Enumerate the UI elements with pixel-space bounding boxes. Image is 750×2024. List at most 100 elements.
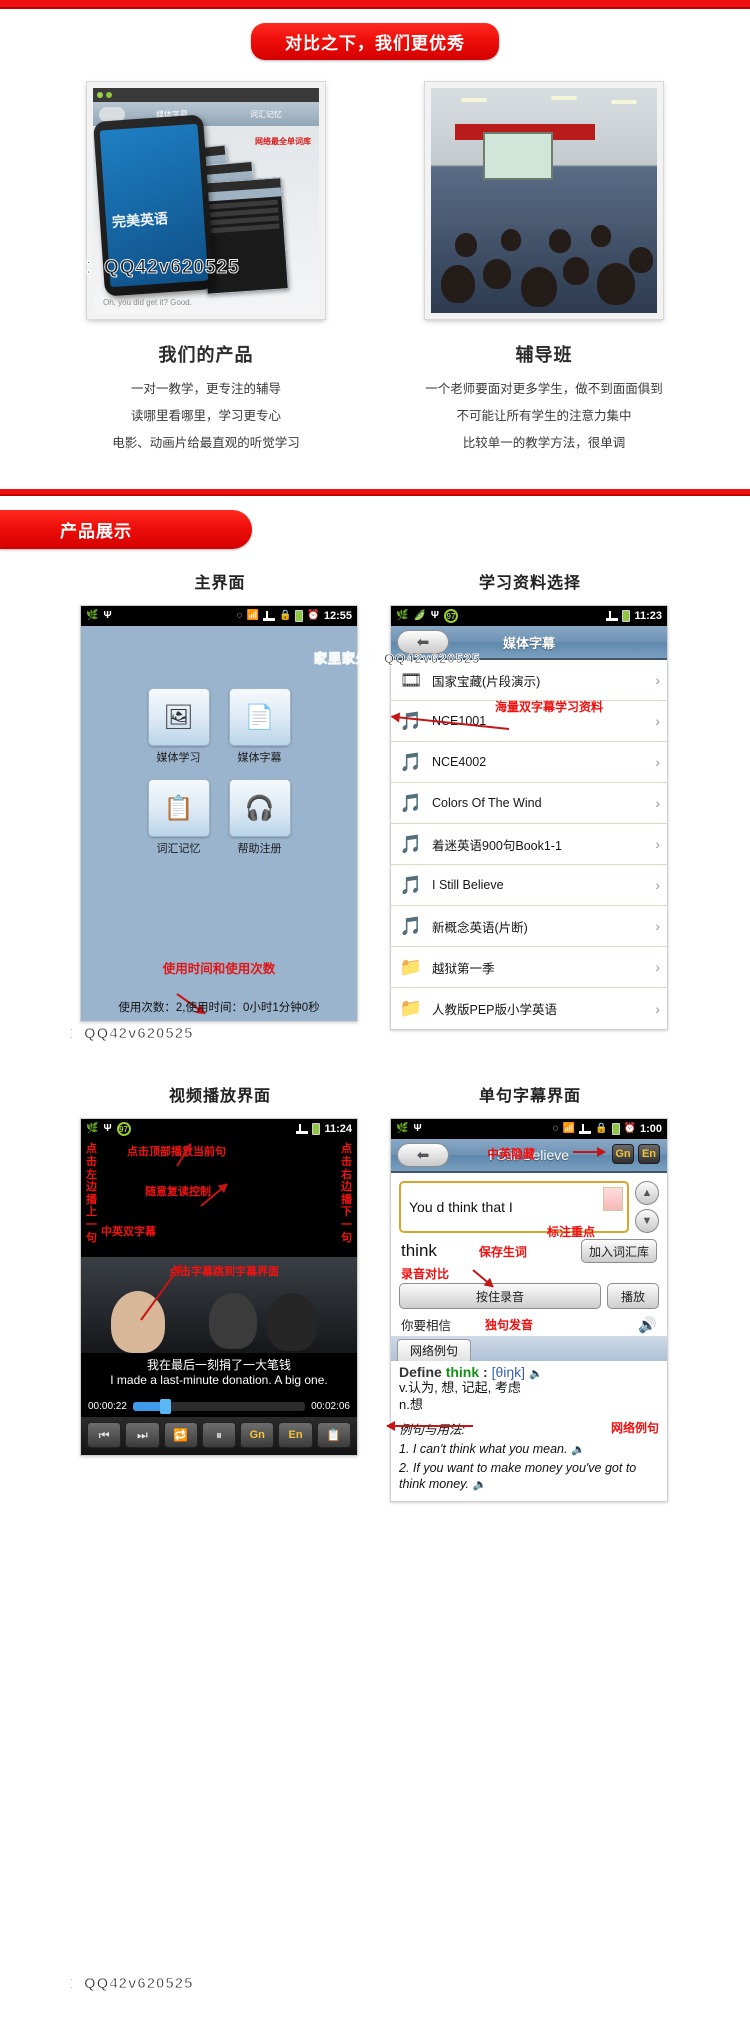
chevron-right-icon: ›	[655, 918, 660, 935]
mark-important-button[interactable]	[603, 1187, 623, 1212]
classroom-photo	[431, 88, 657, 313]
list-screen-title: 学习资料选择	[478, 575, 581, 593]
cn-toggle-button[interactable]: Gn	[240, 1422, 275, 1449]
next-button[interactable]: ⏭	[125, 1422, 160, 1449]
tab-web-examples[interactable]: 网络例句	[397, 1339, 472, 1362]
lang-toggle-group: Gn En	[612, 1144, 660, 1165]
back-button[interactable]: ⬅	[397, 630, 449, 655]
showcase-row-2: 视频播放界面 🌿 Ψ 97 11:24 点击左边播上一句 点击右边播下一句 点击…	[0, 1076, 750, 1502]
list-item[interactable]: 🎵 Colors Of The Wind ›	[391, 783, 667, 825]
list-statusbar-left: 🌿 🫛 Ψ 97	[396, 609, 458, 624]
ceiling-lamp-icon	[461, 98, 487, 102]
list-item[interactable]: 🎵 I Still Believe ›	[391, 865, 667, 907]
audio-icon: 🎵	[399, 751, 423, 772]
video-progress-knob[interactable]	[160, 1399, 172, 1415]
collage-statusbar	[93, 88, 319, 102]
vibrate-icon: ◌	[552, 1123, 559, 1135]
repeat-button[interactable]: 🔁	[163, 1422, 198, 1449]
pause-button[interactable]: ⏸	[201, 1422, 237, 1449]
alarm-icon: ⏰	[307, 610, 320, 622]
speaker-icon[interactable]: 🔈	[571, 1444, 585, 1456]
app-tile-media-study[interactable]: 🖼 媒体学习	[147, 688, 210, 765]
classroom-line-3: 比较单一的教学方法，很单调	[462, 435, 626, 450]
dictionary-example-1: 1. I can't think what you mean. 🔈	[399, 1441, 659, 1457]
video-progress-row[interactable]: 00:00:22 00:02:06	[81, 1396, 357, 1418]
home-usage-annotation: 使用时间和使用次数	[162, 962, 276, 977]
app-tile-help-register[interactable]: 🎧 帮助注册	[228, 779, 291, 856]
product-phone-collage: 媒体字幕 词汇记忆 网络最全单词库 完美英语 Oh, you did get i…	[93, 88, 319, 313]
chevron-right-icon: ›	[655, 836, 660, 853]
classroom-line-2: 不可能让所有学生的注意力集中	[456, 408, 632, 423]
web-examples-arrow-icon	[387, 1425, 473, 1428]
play-button[interactable]: 播放	[607, 1283, 659, 1310]
video-subtitle-box[interactable]: 我在最后一刻捐了一大笔钱 I made a last-minute donati…	[81, 1353, 357, 1397]
compare-col-product: 媒体字幕 词汇记忆 网络最全单词库 完美英语 Oh, you did get i…	[56, 81, 356, 463]
media-study-icon: 🖼	[147, 688, 210, 747]
app-tile-vocabulary[interactable]: 📋 词汇记忆	[147, 779, 210, 856]
back-button[interactable]: ⬅	[397, 1143, 449, 1168]
video-annotation-area: 点击左边播上一句 点击右边播下一句 点击顶部播放当前句 随意复读控制 中英双字幕	[81, 1139, 357, 1257]
vibrate-icon: ◌	[236, 610, 243, 622]
list-item[interactable]: 🎵 着迷英语900句Book1-1 ›	[391, 824, 667, 866]
add-vocab-button[interactable]: 加入词汇库	[581, 1239, 657, 1264]
en-toggle-button[interactable]: En	[638, 1144, 660, 1165]
collage-title-text2: 词汇记忆	[250, 109, 282, 119]
collage-phone-wordmark: 完美英语	[111, 209, 169, 230]
home-screen-title: 主界面	[194, 575, 246, 593]
ceiling-lamp-icon	[611, 100, 637, 104]
product-line-3: 电影、动画片给最直观的听觉学习	[112, 435, 300, 450]
dictionary-def-noun: n.想	[399, 1396, 423, 1412]
prev-button[interactable]: ⏮	[87, 1422, 122, 1449]
list-item[interactable]: 🎵 新概念英语(片断) ›	[391, 906, 667, 948]
usb-icon: Ψ	[413, 1123, 422, 1135]
signal-icon	[606, 611, 619, 622]
video-time-current: 00:00:22	[88, 1401, 127, 1413]
dictionary-phonetic: [θiŋk]	[491, 1364, 526, 1381]
battery-icon	[622, 610, 631, 623]
product-line-2: 读哪里看哪里，学习更专心	[130, 408, 281, 423]
list-item[interactable]: 🎵 NCE4002 ›	[391, 742, 667, 784]
app-label: 媒体学习	[156, 752, 201, 765]
speaker-icon[interactable]: 🔈	[529, 1368, 543, 1380]
list-clock: 11:23	[634, 610, 662, 623]
sentence-screen-col: 单句字幕界面 🌿 Ψ ◌ 📶 🔒 ⏰ 1:00 ⬅ I Still Believ…	[387, 1082, 670, 1502]
current-word: think	[401, 1241, 437, 1261]
list-button[interactable]: 📋	[316, 1422, 351, 1449]
dictionary-def-verb: v.认为, 想, 记起, 考虑	[399, 1380, 521, 1396]
list-item[interactable]: 📁 越狱第一季 ›	[391, 947, 667, 989]
alarm-icon: ⏰	[623, 1123, 636, 1135]
scroll-up-button[interactable]: ▲	[635, 1181, 659, 1206]
sentence-statusbar-right: ◌ 📶 🔒 ⏰ 1:00	[552, 1123, 662, 1136]
list-item[interactable]: 📁 人教版PEP版小学英语 ›	[391, 988, 667, 1030]
video-clock: 11:24	[324, 1123, 352, 1136]
list-screen-col: 学习资料选择 🌿 🫛 Ψ 97 11:23 ⬅ 媒体字幕 🎞 国家宝藏(片段演示…	[390, 569, 670, 1031]
cn-toggle-button[interactable]: Gn	[612, 1144, 634, 1165]
sentence-titlebar: ⬅ I Still Believe 中英隐藏 Gn En	[391, 1139, 667, 1174]
classroom-line-1: 一个老师要面对更多学生，做不到面面俱到	[425, 382, 663, 396]
video-scene[interactable]: 点击字幕跳到字幕界面	[81, 1257, 357, 1354]
sentence-screen-device: 🌿 Ψ ◌ 📶 🔒 ⏰ 1:00 ⬅ I Still Believe 中英隐藏 …	[387, 1118, 668, 1502]
en-toggle-button[interactable]: En	[278, 1422, 313, 1449]
help-register-icon: 🎧	[228, 779, 291, 838]
showcase-banner-wrap: 产品展示	[0, 496, 750, 559]
home-body: 🖼 媒体学习 📄 媒体字幕 📋 词汇记忆 🎧 帮助注册 使用时间和使用次数 使用…	[81, 626, 357, 1022]
record-button[interactable]: 按住录音	[399, 1283, 601, 1310]
chevron-right-icon: ›	[655, 1000, 660, 1017]
home-statusbar-left: 🌿 Ψ	[86, 611, 112, 621]
media-subtitle-icon: 📄	[228, 688, 291, 747]
speaker-icon[interactable]: 🔊	[638, 1316, 657, 1334]
battery-percent-badge: 97	[116, 1122, 131, 1137]
top-red-divider	[0, 0, 750, 9]
video-body[interactable]: 点击左边播上一句 点击右边播下一句 点击顶部播放当前句 随意复读控制 中英双字幕…	[81, 1139, 357, 1456]
list-item[interactable]: 🎞 国家宝藏(片段演示) ›	[391, 660, 667, 702]
video-subtitle-en: I made a last-minute donation. A big one…	[110, 1373, 328, 1388]
app-tile-media-subtitle[interactable]: 📄 媒体字幕	[228, 688, 291, 765]
video-progress-slider[interactable]	[132, 1399, 306, 1415]
scroll-down-button[interactable]: ▼	[635, 1209, 659, 1234]
collage-red-note: 网络最全单词库	[255, 137, 311, 146]
battery-icon	[312, 1123, 321, 1136]
ceiling-lamp-icon	[551, 96, 577, 100]
list-statusbar: 🌿 🫛 Ψ 97 11:23	[391, 606, 667, 627]
classroom-photo-frame	[424, 81, 664, 320]
speaker-icon[interactable]: 🔈	[472, 1479, 486, 1491]
